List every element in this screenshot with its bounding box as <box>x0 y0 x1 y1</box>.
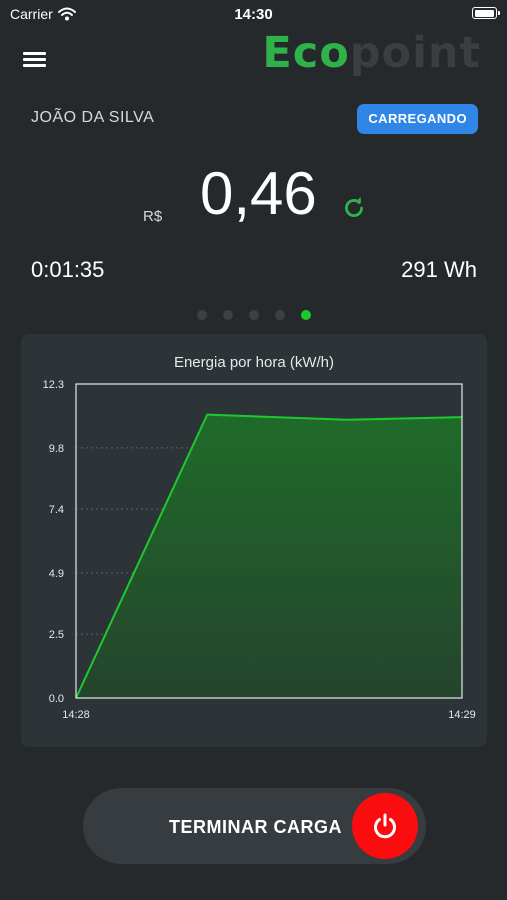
status-bar: Carrier 14:30 <box>0 0 507 28</box>
page-dot[interactable] <box>274 310 285 320</box>
status-time: 14:30 <box>234 6 273 23</box>
x-tick-label: 14:28 <box>62 709 90 721</box>
page-dot[interactable] <box>248 310 259 320</box>
y-tick-label: 9.8 <box>49 443 64 455</box>
end-charge-label: TERMINAR CARGA <box>169 817 342 837</box>
battery-icon <box>472 7 500 19</box>
logo-point: point <box>349 28 481 78</box>
logo-eco: Eco <box>262 28 350 78</box>
y-tick-label: 12.3 <box>43 379 64 391</box>
power-button[interactable] <box>352 793 418 859</box>
user-name: JOÃO DA SILVA <box>31 109 155 126</box>
elapsed-time: 0:01:35 <box>31 257 105 282</box>
end-charge-button[interactable]: TERMINAR CARGA <box>83 788 426 864</box>
page-dot[interactable] <box>196 310 207 320</box>
battery-fill <box>474 9 494 17</box>
menu-icon[interactable] <box>22 48 48 70</box>
energy-consumed: 291 Wh <box>401 257 477 282</box>
ecopoint-logo: Ecopoint <box>262 32 481 75</box>
chart-card: Energia por hora (kW/h) 0.0 2.5 4.9 7.4 9.8 1… <box>21 334 487 747</box>
y-tick-label: 2.5 <box>49 629 64 641</box>
page-dot[interactable] <box>222 310 233 320</box>
energy-chart: 0.0 2.5 4.9 7.4 9.8 12.3 14:28 14:29 <box>43 379 476 721</box>
x-tick-label: 14:29 <box>448 709 476 721</box>
currency-symbol: R$ <box>143 208 163 225</box>
refresh-icon[interactable] <box>341 195 367 221</box>
y-tick-label: 7.4 <box>49 504 64 516</box>
y-tick-label: 0.0 <box>49 693 64 705</box>
page-dot[interactable] <box>300 310 311 320</box>
price-value: 0,46 <box>200 160 317 227</box>
status-badge: CARREGANDO <box>357 104 478 134</box>
y-tick-label: 4.9 <box>49 568 64 580</box>
power-icon <box>374 813 396 839</box>
page-indicator <box>0 310 507 320</box>
